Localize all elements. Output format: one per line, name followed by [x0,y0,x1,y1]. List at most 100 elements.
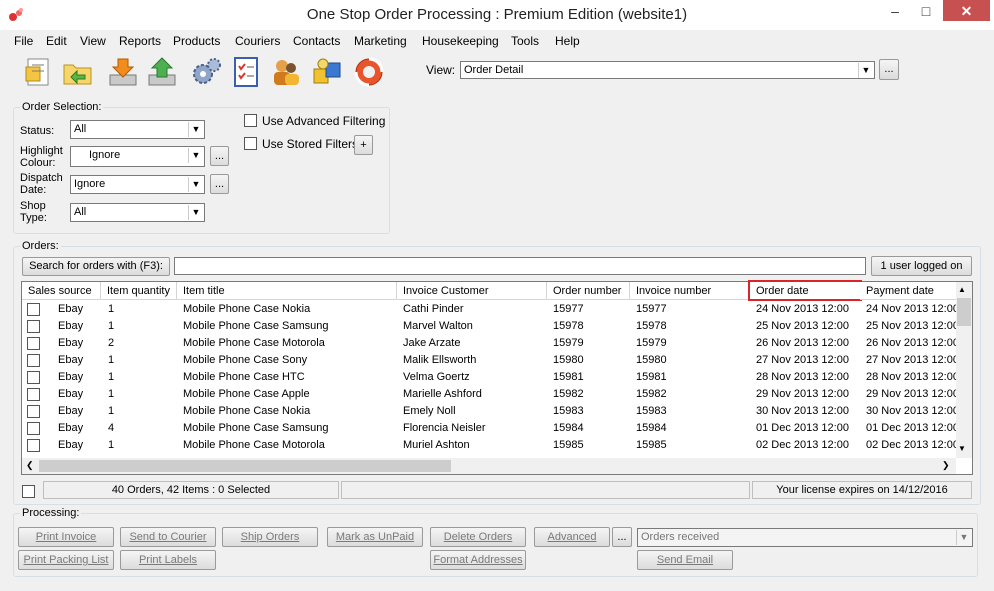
table-row[interactable]: Ebay 1 Mobile Phone Case HTC Velma Goertz 15… [22,369,956,386]
column-header-order-number[interactable]: Order number [547,282,630,300]
window-title: One Stop Order Processing : Premium Edit… [306,6,688,23]
maximize-button[interactable]: □ [911,0,941,22]
scroll-left-icon[interactable]: ❮ [26,460,34,471]
download-orders-icon[interactable] [106,55,140,89]
print-invoice-button[interactable]: Print Invoice [18,527,114,547]
license-status: Your license expires on 14/12/2016 [752,481,972,499]
shapes-icon[interactable] [310,55,344,89]
row-checkbox[interactable] [27,371,40,384]
select-all-checkbox[interactable] [22,485,35,498]
table-cell-pdate: 25 Nov 2013 12:00 [866,320,956,332]
shop-type-select[interactable]: All ▼ [70,203,205,222]
column-header-invoice-number[interactable]: Invoice number [630,282,750,300]
highlight-more-button[interactable]: ... [210,146,229,166]
scroll-down-icon[interactable]: ▼ [958,444,966,453]
menu-contacts[interactable]: Contacts [293,34,340,48]
highlight-select-value: Ignore [89,149,121,161]
advanced-button[interactable]: Advanced [534,527,610,547]
table-cell-title: Mobile Phone Case HTC [183,371,305,383]
menu-tools[interactable]: Tools [511,34,539,48]
close-button[interactable]: ✕ [943,0,990,21]
table-cell-customer: Muriel Ashton [403,439,470,451]
highlight-select[interactable]: Ignore ▼ [70,146,205,167]
menu-file[interactable]: File [14,34,33,48]
table-row[interactable]: Ebay 1 Mobile Phone Case Nokia Emely Noll 15… [22,403,956,420]
dispatch-select[interactable]: Ignore ▼ [70,175,205,194]
mark-unpaid-button[interactable]: Mark as UnPaid [327,527,423,547]
column-header-invoice-customer[interactable]: Invoice Customer [397,282,547,300]
table-row[interactable]: Ebay 4 Mobile Phone Case Samsung Florencia … [22,420,956,437]
column-header-item-quantity[interactable]: Item quantity [101,282,177,300]
status-select[interactable]: All ▼ [70,120,205,139]
vertical-scrollbar[interactable]: ▲ ▼ [956,282,972,458]
search-input[interactable] [174,257,866,275]
view-more-button[interactable]: ... [879,59,899,80]
upload-orders-icon[interactable] [145,55,179,89]
print-packing-list-button[interactable]: Print Packing List [18,550,114,570]
highlight-label: Highlight Colour: [20,145,63,169]
table-cell-invoice: 15982 [636,388,667,400]
orders-received-select[interactable]: Orders received ▼ [637,528,973,547]
add-stored-filter-button[interactable]: + [354,135,373,155]
horizontal-scrollbar[interactable]: ❮ ❯ [22,458,956,474]
menu-reports[interactable]: Reports [119,34,161,48]
table-cell-qty: 1 [108,439,115,451]
menu-edit[interactable]: Edit [46,34,67,48]
contacts-icon[interactable] [269,55,303,89]
row-checkbox[interactable] [27,439,40,452]
dispatch-more-button[interactable]: ... [210,174,229,194]
advanced-filtering-checkbox[interactable] [244,114,257,127]
table-cell-source: Ebay [58,439,84,451]
vertical-scroll-thumb[interactable] [957,298,971,326]
table-cell-odate: 26 Nov 2013 12:00 [756,337,849,349]
open-folder-icon[interactable] [61,55,95,89]
column-header-order-date[interactable]: Order date [748,280,862,301]
row-checkbox[interactable] [27,337,40,350]
delete-orders-button[interactable]: Delete Orders [430,527,526,547]
table-row[interactable]: Ebay 2 Mobile Phone Case Motorola Jake Arza… [22,335,956,352]
column-header-item-title[interactable]: Item title [177,282,397,300]
row-checkbox[interactable] [27,320,40,333]
send-email-button[interactable]: Send Email [637,550,733,570]
ship-orders-button[interactable]: Ship Orders [222,527,318,547]
column-header-sales-source[interactable]: Sales source [22,282,101,300]
menu-marketing[interactable]: Marketing [354,34,407,48]
format-addresses-button[interactable]: Format Addresses [430,550,526,570]
menu-couriers[interactable]: Couriers [235,34,280,48]
table-cell-customer: Velma Goertz [403,371,470,383]
users-logged-on-button[interactable]: 1 user logged on [871,256,972,276]
table-row[interactable]: Ebay 1 Mobile Phone Case Nokia Cathi Pinder… [22,301,956,318]
send-to-courier-button[interactable]: Send to Courier [120,527,216,547]
menu-products[interactable]: Products [173,34,220,48]
search-orders-button[interactable]: Search for orders with (F3): [22,257,170,276]
advanced-more-button[interactable]: ... [612,527,632,547]
column-header-payment-date[interactable]: Payment date [860,282,956,300]
row-checkbox[interactable] [27,405,40,418]
row-checkbox[interactable] [27,303,40,316]
scroll-right-icon[interactable]: ❯ [942,460,950,471]
table-cell-pdate: 24 Nov 2013 12:00 [866,303,956,315]
menu-housekeeping[interactable]: Housekeeping [422,34,499,48]
row-checkbox[interactable] [27,422,40,435]
table-row[interactable]: Ebay 1 Mobile Phone Case Samsung Marvel Wal… [22,318,956,335]
view-select[interactable]: Order Detail ▼ [460,61,875,79]
row-checkbox[interactable] [27,388,40,401]
minimize-button[interactable]: – [880,0,910,22]
table-row[interactable]: Ebay 1 Mobile Phone Case Motorola Muriel As… [22,437,956,454]
menu-view[interactable]: View [80,34,106,48]
print-labels-button[interactable]: Print Labels [120,550,216,570]
help-lifebuoy-icon[interactable] [352,55,386,89]
menu-help[interactable]: Help [555,34,580,48]
settings-gears-icon[interactable] [190,55,224,89]
row-checkbox[interactable] [27,354,40,367]
checklist-icon[interactable] [229,55,263,89]
table-row[interactable]: Ebay 1 Mobile Phone Case Apple Marielle Ash… [22,386,956,403]
scroll-up-icon[interactable]: ▲ [958,285,966,294]
table-cell-order: 15985 [553,439,584,451]
table-cell-invoice: 15979 [636,337,667,349]
new-order-icon[interactable] [22,55,56,89]
horizontal-scroll-thumb[interactable] [39,460,451,472]
stored-filters-checkbox[interactable] [244,137,257,150]
table-row[interactable]: Ebay 1 Mobile Phone Case Sony Malik Ellswor… [22,352,956,369]
table-cell-qty: 1 [108,388,115,400]
